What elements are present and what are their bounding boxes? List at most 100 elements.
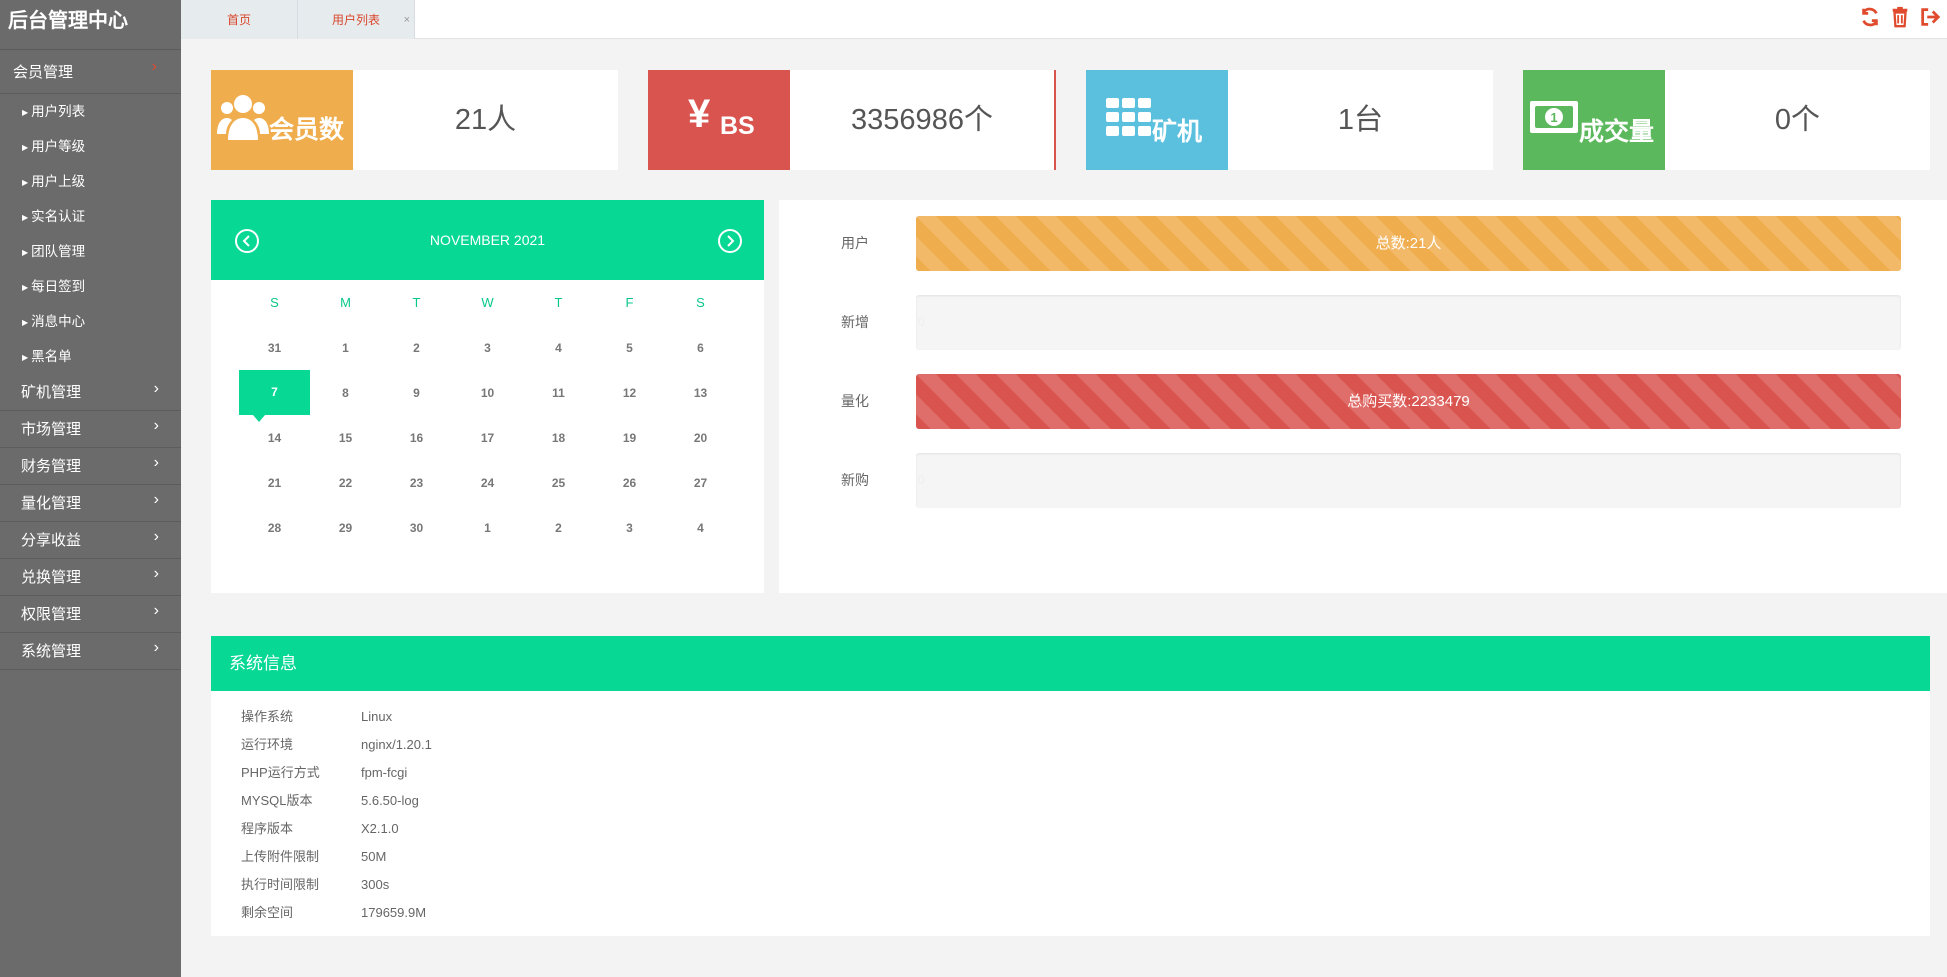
calendar-day[interactable]: 24	[452, 476, 523, 490]
money-icon: 1	[1530, 101, 1578, 133]
chevron-right-icon: ›	[153, 380, 159, 397]
sidebar-subitem[interactable]: ▶ 团队管理	[0, 234, 181, 269]
caret-right-icon: ▶	[22, 353, 29, 362]
tab-user-list[interactable]: 用户列表 ×	[298, 0, 415, 39]
sidebar-subitem[interactable]: ▶ 消息中心	[0, 304, 181, 339]
calendar-day[interactable]: 21	[239, 476, 310, 490]
calendar-day[interactable]: 4	[523, 341, 594, 355]
sidebar-subitem[interactable]: ▶ 实名认证	[0, 199, 181, 234]
calendar-day[interactable]: 15	[310, 431, 381, 445]
menu-group[interactable]: 矿机管理 ›	[0, 374, 181, 411]
chevron-right-icon: ›	[153, 565, 159, 582]
menu-group[interactable]: 权限管理 ›	[0, 596, 181, 633]
calendar-day[interactable]: 27	[665, 476, 736, 490]
calendar-day[interactable]: 1	[310, 341, 381, 355]
calendar-day[interactable]: 14	[239, 431, 310, 445]
calendar-day[interactable]: 9	[381, 386, 452, 400]
calendar-day[interactable]: 23	[381, 476, 452, 490]
sidebar-subitem-label: 用户列表	[31, 104, 86, 119]
stat-icon-box: 矿机	[1086, 70, 1228, 170]
chevron-right-icon: ›	[153, 602, 159, 619]
refresh-icon[interactable]	[1859, 6, 1881, 28]
chevron-right-icon: ›	[153, 417, 159, 434]
system-info-title: 系统信息	[211, 636, 1930, 691]
sidebar-subitem-label: 黑名单	[31, 349, 72, 364]
calendar-day[interactable]: 25	[523, 476, 594, 490]
calendar-day[interactable]: 1	[452, 521, 523, 535]
calendar-day[interactable]: 10	[452, 386, 523, 400]
menu-group-label: 财务管理	[21, 458, 82, 475]
progress-track: 0	[916, 295, 1901, 350]
menu-group[interactable]: 财务管理 ›	[0, 448, 181, 485]
menu-group[interactable]: 量化管理 ›	[0, 485, 181, 522]
calendar-day[interactable]: 7	[239, 370, 310, 422]
sidebar-subitem[interactable]: ▶ 用户等级	[0, 129, 181, 164]
calendar-day[interactable]: 19	[594, 431, 665, 445]
sidebar-subitem[interactable]: ▶ 黑名单	[0, 339, 181, 374]
chevron-right-icon: ›	[153, 454, 159, 471]
calendar-day[interactable]: 2	[381, 341, 452, 355]
calendar-day[interactable]: 17	[452, 431, 523, 445]
progress-bar: 总购买数:2233479	[916, 374, 1901, 429]
stat-label: 会员数	[269, 116, 345, 144]
system-info-value: fpm-fcgi	[361, 765, 408, 780]
calendar-day[interactable]: 4	[665, 521, 736, 535]
system-info-value: X2.1.0	[361, 821, 399, 836]
calendar-day[interactable]: 16	[381, 431, 452, 445]
system-info-key: MYSQL版本	[241, 793, 313, 808]
system-info-table: 操作系统 Linux 运行环境 nginx/1.20.1 PHP运行方式 fpm-fcgi…	[211, 691, 1930, 927]
menu-group[interactable]: 系统管理 ›	[0, 633, 181, 670]
calendar-day[interactable]: 12	[594, 386, 665, 400]
calendar-day[interactable]: 8	[310, 386, 381, 400]
svg-text:1: 1	[1550, 110, 1557, 125]
submenu: ▶ 用户列表 ▶ 用户等级 ▶ 用户上级 ▶ 实名认证 ▶ 团队管理 ▶ 每日签到 ▶ 消息中心 ▶ 黑名单	[0, 94, 181, 374]
calendar-next-button[interactable]	[718, 229, 742, 253]
sidebar-subitem[interactable]: ▶ 每日签到	[0, 269, 181, 304]
calendar-day[interactable]: 3	[594, 521, 665, 535]
calendar-day[interactable]: 3	[452, 341, 523, 355]
calendar-day[interactable]: 20	[665, 431, 736, 445]
menu-group[interactable]: 市场管理 ›	[0, 411, 181, 448]
sidebar-subitem[interactable]: ▶ 用户上级	[0, 164, 181, 199]
calendar-day[interactable]: 18	[523, 431, 594, 445]
tab-home[interactable]: 首页	[181, 0, 298, 39]
sidebar-subitem[interactable]: ▶ 用户列表	[0, 94, 181, 129]
system-info-value: nginx/1.20.1	[361, 737, 432, 752]
calendar-day[interactable]: 26	[594, 476, 665, 490]
sidebar: 后台管理中心 会员管理 › ▶ 用户列表 ▶ 用户等级 ▶ 用户上级 ▶ 实名认证 ▶ 团队管理 ▶…	[0, 0, 181, 977]
menu-group[interactable]: 兑换管理 ›	[0, 559, 181, 596]
stat-label: 成交量	[1579, 118, 1655, 146]
calendar-day[interactable]: 2	[523, 521, 594, 535]
calendar-day[interactable]: 6	[665, 341, 736, 355]
tab-label: 首页	[226, 13, 251, 27]
calendar-header: NOVEMBER 2021	[211, 200, 764, 280]
system-info-key: PHP运行方式	[241, 765, 320, 780]
calendar-day[interactable]: 30	[381, 521, 452, 535]
stat-icon-box: 1 成交量	[1523, 70, 1665, 170]
stat-card-miners: 矿机 1台	[1086, 70, 1493, 170]
menu-group-members[interactable]: 会员管理 ›	[0, 50, 181, 94]
calendar-day[interactable]: 5	[594, 341, 665, 355]
stat-card-volume: 1 成交量 0个	[1523, 70, 1930, 170]
calendar-day[interactable]: 13	[665, 386, 736, 400]
caret-right-icon: ▶	[22, 143, 29, 152]
progress-label: 用户	[841, 235, 869, 251]
close-icon[interactable]: ×	[404, 0, 410, 40]
calendar-day[interactable]: 28	[239, 521, 310, 535]
system-info-key: 上传附件限制	[241, 849, 320, 864]
calendar-day[interactable]: 29	[310, 521, 381, 535]
system-info-key: 执行时间限制	[241, 877, 320, 892]
menu-group[interactable]: 分享收益 ›	[0, 522, 181, 559]
progress-label: 新购	[841, 472, 869, 488]
calendar-body: SMTWTFS 31 1 2 3 4 5 6 7 8 9 10 11 12 13 14 15 16 17 18 19 2…	[211, 280, 764, 550]
weekday-label: T	[412, 295, 421, 310]
calendar-day[interactable]: 31	[239, 341, 310, 355]
stat-value: 1台	[1337, 104, 1384, 136]
trash-icon[interactable]	[1889, 6, 1911, 28]
caret-right-icon: ▶	[22, 248, 29, 257]
system-info-row: PHP运行方式 fpm-fcgi	[211, 759, 1930, 787]
calendar-day[interactable]: 11	[523, 386, 594, 400]
logout-icon[interactable]	[1919, 6, 1941, 28]
system-info-key: 运行环境	[241, 737, 294, 752]
calendar-day[interactable]: 22	[310, 476, 381, 490]
